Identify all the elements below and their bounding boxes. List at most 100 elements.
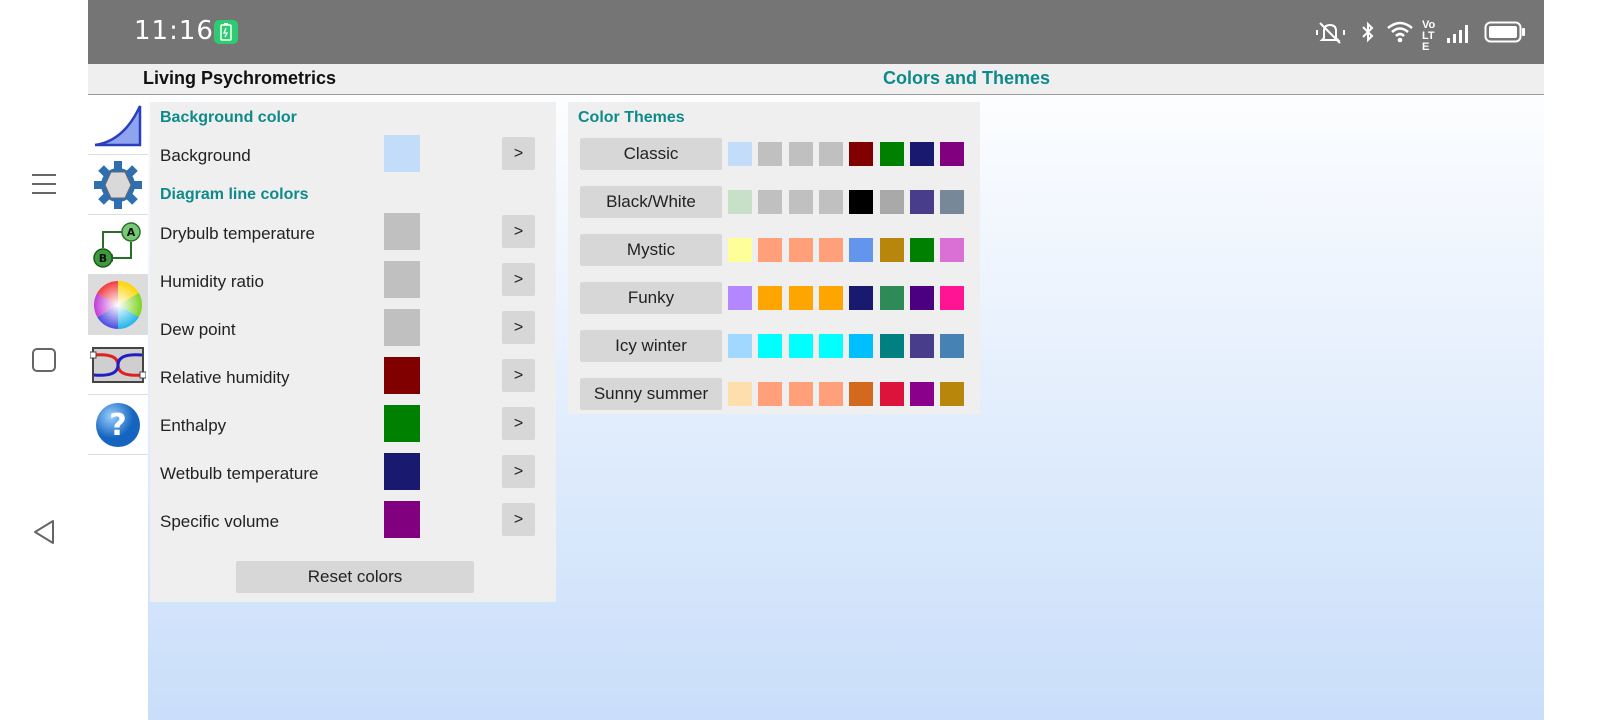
theme-swatch bbox=[879, 238, 904, 262]
background-picker-button[interactable]: > bbox=[502, 137, 535, 170]
theme-swatch bbox=[849, 142, 874, 166]
line-picker-button-drybulb[interactable]: > bbox=[502, 215, 535, 248]
theme-swatch bbox=[909, 286, 934, 310]
theme-swatch bbox=[788, 334, 813, 358]
theme-swatch bbox=[909, 382, 934, 406]
line-swatch-specific-volume[interactable] bbox=[384, 501, 420, 538]
line-picker-button-humidity-ratio[interactable]: > bbox=[502, 263, 535, 296]
line-picker-button-specific-volume[interactable]: > bbox=[502, 503, 535, 536]
line-label-specific-volume: Specific volume bbox=[160, 512, 280, 531]
mute-icon bbox=[1316, 22, 1345, 44]
theme-swatch bbox=[849, 238, 874, 262]
theme-swatch bbox=[940, 382, 965, 406]
theme-swatch bbox=[818, 334, 843, 358]
chart-icon bbox=[94, 104, 142, 146]
theme-swatch bbox=[818, 286, 843, 310]
theme-swatch bbox=[728, 286, 752, 310]
theme-button[interactable]: Black/White bbox=[580, 186, 722, 218]
theme-swatch bbox=[879, 382, 904, 406]
line-picker-button-relative-humidity[interactable]: > bbox=[502, 359, 535, 392]
theme-swatch bbox=[818, 238, 843, 262]
theme-swatch bbox=[940, 334, 965, 358]
theme-swatch bbox=[940, 238, 965, 262]
tool-help[interactable]: ? bbox=[88, 395, 148, 455]
svg-text:B: B bbox=[99, 252, 107, 265]
line-swatch-relative-humidity[interactable] bbox=[384, 357, 420, 394]
line-swatch-humidity-ratio[interactable] bbox=[384, 261, 420, 298]
theme-swatch bbox=[940, 190, 965, 214]
themes-heading: Color Themes bbox=[578, 109, 685, 126]
home-square-icon[interactable] bbox=[28, 344, 60, 376]
wifi-icon bbox=[1387, 21, 1413, 43]
theme-swatch bbox=[728, 334, 752, 358]
theme-swatch bbox=[788, 142, 813, 166]
theme-swatch bbox=[758, 382, 783, 406]
theme-button[interactable]: Sunny summer bbox=[580, 378, 722, 410]
system-icons: Vo LTE bbox=[1314, 0, 1544, 64]
theme-swatch bbox=[879, 142, 904, 166]
background-swatch[interactable] bbox=[384, 135, 420, 172]
svg-text:A: A bbox=[127, 226, 136, 239]
back-triangle-icon[interactable] bbox=[28, 516, 60, 548]
theme-swatch bbox=[849, 334, 874, 358]
theme-swatch bbox=[879, 190, 904, 214]
tool-colors[interactable] bbox=[88, 275, 148, 335]
tool-settings[interactable] bbox=[88, 155, 148, 215]
theme-button[interactable]: Funky bbox=[580, 282, 722, 314]
page-title: Colors and Themes bbox=[883, 68, 1051, 88]
line-picker-button-dew-point[interactable]: > bbox=[502, 311, 535, 344]
process-ab-icon: AB bbox=[93, 221, 141, 268]
theme-swatch bbox=[758, 190, 783, 214]
line-label-dew-point: Dew point bbox=[160, 320, 236, 339]
tool-process[interactable]: AB bbox=[88, 215, 148, 275]
app-title: Living Psychrometrics bbox=[143, 68, 337, 88]
reset-colors-button[interactable]: Reset colors bbox=[236, 561, 474, 593]
line-label-drybulb: Drybulb temperature bbox=[160, 224, 315, 243]
line-label-relative-humidity: Relative humidity bbox=[160, 368, 290, 387]
help-icon: ? bbox=[96, 402, 140, 447]
line-swatch-enthalpy[interactable] bbox=[384, 405, 420, 442]
theme-swatch bbox=[818, 382, 843, 406]
line-picker-button-wetbulb[interactable]: > bbox=[502, 455, 535, 488]
volte-icon: Vo LTE bbox=[1422, 19, 1436, 53]
battery-icon bbox=[1484, 21, 1525, 43]
themes-panel: Color Themes Classic Black/White Mystic Fun… bbox=[568, 102, 980, 414]
line-swatch-drybulb[interactable] bbox=[384, 213, 420, 250]
theme-swatch bbox=[849, 286, 874, 310]
line-swatch-dew-point[interactable] bbox=[384, 309, 420, 346]
tool-chart[interactable] bbox=[88, 95, 148, 155]
theme-swatch bbox=[818, 142, 843, 166]
colors-panel: Background color Background > Diagram li… bbox=[150, 102, 556, 602]
line-picker-button-enthalpy[interactable]: > bbox=[502, 407, 535, 440]
theme-button[interactable]: Icy winter bbox=[580, 330, 722, 362]
settings-gear-icon bbox=[94, 160, 142, 209]
theme-swatch bbox=[879, 286, 904, 310]
theme-button[interactable]: Mystic bbox=[580, 234, 722, 266]
line-label-enthalpy: Enthalpy bbox=[160, 416, 227, 435]
theme-button[interactable]: Classic bbox=[580, 138, 722, 170]
system-nav-bar bbox=[0, 0, 88, 720]
line-label-humidity-ratio: Humidity ratio bbox=[160, 272, 264, 291]
theme-swatch bbox=[849, 190, 874, 214]
theme-swatch bbox=[909, 142, 934, 166]
theme-swatch bbox=[788, 238, 813, 262]
theme-swatch bbox=[758, 286, 783, 310]
tool-heat-exchanger[interactable] bbox=[88, 335, 148, 395]
theme-swatch bbox=[728, 190, 752, 214]
theme-swatch bbox=[909, 238, 934, 262]
theme-swatch bbox=[728, 382, 752, 406]
line-colors-heading: Diagram line colors bbox=[160, 186, 309, 203]
bluetooth-icon bbox=[1362, 21, 1374, 43]
app-area: Living Psychrometrics Colors and Themes … bbox=[88, 64, 1544, 720]
theme-swatch bbox=[879, 334, 904, 358]
right-edge bbox=[1544, 0, 1600, 720]
theme-swatch bbox=[728, 238, 752, 262]
theme-swatch bbox=[758, 334, 783, 358]
tool-sidebar: AB ? bbox=[88, 95, 148, 720]
line-swatch-wetbulb[interactable] bbox=[384, 453, 420, 490]
theme-swatch bbox=[818, 190, 843, 214]
theme-swatch bbox=[909, 190, 934, 214]
theme-swatch bbox=[849, 382, 874, 406]
svg-text:?: ? bbox=[109, 408, 126, 443]
menu-icon[interactable] bbox=[28, 168, 60, 200]
